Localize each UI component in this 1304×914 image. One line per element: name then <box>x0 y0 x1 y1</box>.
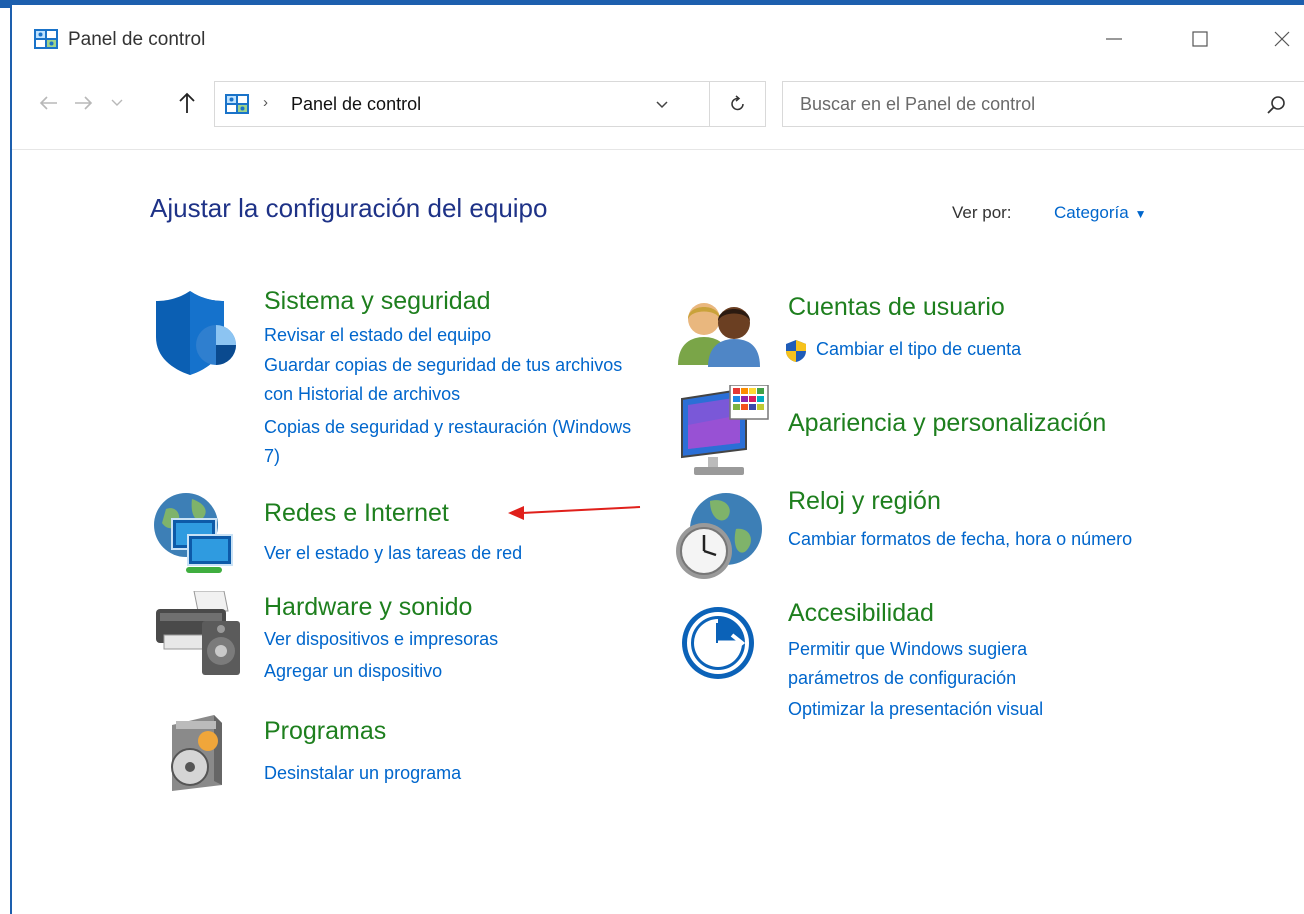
control-panel-icon <box>225 94 249 114</box>
address-bar[interactable]: › Panel de control <box>214 81 766 127</box>
refresh-icon <box>730 95 744 111</box>
accessibility-icon[interactable] <box>680 605 756 681</box>
user-accounts-icon[interactable] <box>676 297 762 367</box>
search-input[interactable] <box>784 83 1244 125</box>
page-title: Ajustar la configuración del equipo <box>150 193 548 223</box>
category-title-clock-region[interactable]: Reloj y región <box>788 487 941 516</box>
arrow-up-icon <box>179 92 195 113</box>
category-title-network-internet[interactable]: Redes e Internet <box>264 499 449 528</box>
category-title-hardware-sound[interactable]: Hardware y sonido <box>264 593 472 622</box>
up-button[interactable] <box>174 89 200 117</box>
programs-disc-icon[interactable] <box>162 711 238 793</box>
link-review-computer-status[interactable]: Revisar el estado del equipo <box>264 321 644 350</box>
link-backup-restore-win7[interactable]: Copias de seguridad y restauración (Wind… <box>264 413 634 471</box>
category-title-user-accounts[interactable]: Cuentas de usuario <box>788 293 1005 322</box>
nav-divider <box>12 149 1304 150</box>
search-icon[interactable] <box>1265 94 1287 116</box>
view-by-dropdown[interactable]: Categoría ▼ <box>1054 203 1147 223</box>
link-optimize-visual-display[interactable]: Optimizar la presentación visual <box>788 695 1148 724</box>
minimize-button[interactable] <box>1094 23 1134 55</box>
category-title-programs[interactable]: Programas <box>264 717 386 746</box>
appearance-monitor-icon[interactable] <box>680 385 770 477</box>
category-title-system-security[interactable]: Sistema y seguridad <box>264 287 491 316</box>
link-change-date-formats[interactable]: Cambiar formatos de fecha, hora o número <box>788 525 1148 554</box>
network-globe-icon[interactable] <box>152 489 242 577</box>
category-title-accessibility[interactable]: Accesibilidad <box>788 599 934 628</box>
close-button[interactable] <box>1262 23 1302 55</box>
clock-globe-icon[interactable] <box>674 489 764 581</box>
search-box[interactable] <box>782 81 1304 127</box>
control-panel-window: Panel de control › Panel de control Busc… <box>10 4 1304 914</box>
forward-button[interactable] <box>70 89 96 117</box>
window-title: Panel de control <box>68 29 206 50</box>
annotation-arrow-icon <box>508 506 641 520</box>
link-change-account-type[interactable]: Cambiar el tipo de cuenta <box>816 335 1176 364</box>
link-uninstall-program[interactable]: Desinstalar un programa <box>264 759 644 788</box>
navigation-bar: › Panel de control <box>12 77 1304 129</box>
minimize-icon <box>1106 38 1122 40</box>
control-panel-icon <box>34 29 58 49</box>
view-by-label: Ver por: <box>952 203 1012 222</box>
breadcrumb-control-panel[interactable]: Panel de control <box>291 94 421 115</box>
chevron-down-icon <box>111 99 123 106</box>
maximize-icon <box>1192 31 1208 47</box>
back-button[interactable] <box>36 89 62 117</box>
uac-shield-icon <box>786 340 806 362</box>
arrow-left-icon <box>39 96 57 110</box>
arrow-right-icon <box>75 96 93 110</box>
chevron-down-icon <box>656 101 668 109</box>
security-shield-icon[interactable] <box>154 289 244 377</box>
close-icon <box>1274 31 1290 47</box>
address-dropdown-button[interactable] <box>645 92 679 118</box>
view-by-value[interactable]: Categoría <box>1054 203 1129 222</box>
recent-locations-button[interactable] <box>104 89 130 117</box>
link-network-status-tasks[interactable]: Ver el estado y las tareas de red <box>264 539 644 568</box>
category-title-appearance[interactable]: Apariencia y personalización <box>788 409 1106 438</box>
printer-speaker-icon[interactable] <box>154 591 244 677</box>
maximize-button[interactable] <box>1180 23 1220 55</box>
link-add-device[interactable]: Agregar un dispositivo <box>264 657 644 686</box>
link-windows-suggest-settings[interactable]: Permitir que Windows sugiera parámetros … <box>788 635 1118 693</box>
caret-down-icon: ▼ <box>1134 207 1147 221</box>
link-view-devices-printers[interactable]: Ver dispositivos e impresoras <box>264 625 644 654</box>
title-bar[interactable]: Panel de control <box>12 5 1304 73</box>
breadcrumb-separator[interactable]: › <box>263 94 268 111</box>
refresh-button[interactable] <box>709 82 765 126</box>
link-file-history-backup[interactable]: Guardar copias de seguridad de tus archi… <box>264 351 634 409</box>
